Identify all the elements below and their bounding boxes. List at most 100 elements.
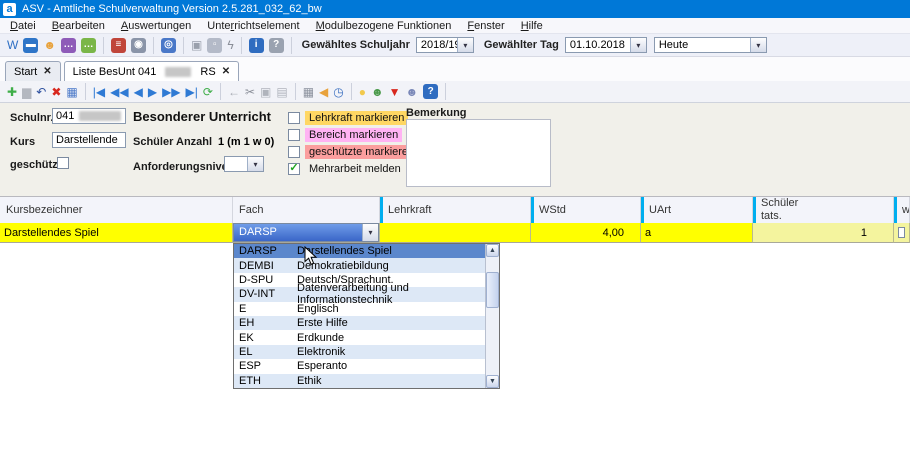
chevron-down-icon[interactable]: ▾ — [750, 38, 766, 52]
refresh-icon[interactable]: ⟳ — [203, 86, 213, 98]
fach-option-ek[interactable]: EKErdkunde — [234, 330, 485, 344]
table-row[interactable]: Darstellendes SpielDARSP▾ 4,00a1 — [0, 223, 910, 243]
people-group-icon[interactable]: ☻ — [43, 39, 56, 51]
undo-icon[interactable]: ↶ — [36, 86, 46, 98]
menu-item-auswertungen[interactable]: Auswertungen — [113, 19, 199, 33]
new-record-icon[interactable]: ✚ — [7, 86, 17, 98]
toolbar-group: ← ✂ ▣ ▤ — [221, 83, 296, 100]
menu-item-modulbezogene-funktionen[interactable]: Modulbezogene Funktionen — [308, 19, 460, 33]
user-icon[interactable]: ☻ — [371, 86, 384, 98]
menu-item-bearbeiten[interactable]: Bearbeiten — [44, 19, 113, 33]
fach-option-dembi[interactable]: DEMBIDemokratiebildung — [234, 258, 485, 272]
scroll-down-icon[interactable]: ▼ — [486, 375, 499, 388]
tab-start[interactable]: Start✕ — [5, 61, 61, 81]
w-checkbox[interactable] — [898, 227, 905, 238]
menu-item-unterrichtselement[interactable]: Unterrichtselement — [199, 19, 307, 33]
lightbulb-icon[interactable]: ● — [359, 86, 366, 98]
edit-toolbar: ✚▆↶✖▦|◀◀◀◀▶▶▶▶|⟳←✂▣▤▦◀◷●☻▼☻? — [0, 81, 910, 103]
nav-next-icon[interactable]: ▶ — [148, 86, 157, 98]
scroll-up-icon[interactable]: ▲ — [486, 244, 499, 257]
clock-icon[interactable]: ◷ — [333, 86, 343, 98]
scrollbar-thumb[interactable] — [486, 272, 499, 308]
nav-fast-next-icon[interactable]: ▶▶ — [162, 86, 180, 98]
edit-form-icon[interactable]: ▦ — [66, 86, 77, 98]
cell-kursbezeichner[interactable]: Darstellendes Spiel — [0, 223, 233, 243]
column-header-label: UArt — [649, 204, 671, 217]
textmodule-icon[interactable]: W — [7, 39, 18, 51]
filter-icon[interactable]: ▼ — [389, 86, 401, 98]
geschuetzt-label: geschützt — [10, 159, 61, 171]
tab-liste-besunt-041[interactable]: Liste BesUnt 041RS✕ — [64, 61, 239, 81]
kurs-label: Kurs — [10, 136, 35, 148]
chevron-down-icon[interactable]: ▾ — [457, 38, 473, 52]
chevron-down-icon[interactable]: ▾ — [630, 38, 646, 52]
fach-option-esp[interactable]: ESPEsperanto — [234, 359, 485, 373]
zeitraum-combobox[interactable]: Heute ▾ — [654, 37, 767, 53]
checkbox-gesch-tzte-markieren[interactable]: geschützte markieren — [288, 143, 418, 160]
chevron-down-icon[interactable]: ▾ — [247, 157, 263, 171]
fach-option-el[interactable]: ELElektronik — [234, 345, 485, 359]
help-icon[interactable]: ? — [269, 38, 284, 53]
snapshot-icon[interactable]: ◉ — [131, 38, 146, 53]
user-chat-icon[interactable]: ☻ — [406, 86, 419, 98]
checkbox-box[interactable] — [288, 112, 300, 124]
copy-pages-icon[interactable]: ▣ — [191, 39, 202, 51]
tag-combobox[interactable]: 01.10.2018 ▾ — [565, 37, 647, 53]
fach-option-eth[interactable]: ETHEthik — [234, 374, 485, 388]
nav-first-icon[interactable]: |◀ — [93, 86, 105, 98]
copy-icon[interactable]: ▣ — [260, 86, 271, 98]
kurs-field[interactable]: Darstellende — [52, 132, 126, 148]
form-panel: Schulnr. 041 Kurs Darstellende geschützt… — [0, 103, 910, 196]
cell-schueler-tats[interactable]: 1 — [753, 223, 894, 243]
cell-lehrkraft[interactable] — [380, 223, 531, 243]
new-window-icon[interactable]: ▫ — [207, 38, 222, 53]
tab-close-icon[interactable]: ✕ — [43, 66, 51, 77]
globe-icon[interactable]: ◎ — [161, 38, 176, 53]
monitor-icon[interactable]: ▬ — [23, 38, 38, 53]
schulnr-field[interactable]: 041 — [52, 108, 126, 124]
back-arrow-icon[interactable]: ← — [228, 86, 240, 98]
checkbox-mehrarbeit-melden[interactable]: ✓Mehrarbeit melden — [288, 160, 418, 177]
tag-value: 01.10.2018 — [566, 38, 630, 52]
fach-option-code: EL — [234, 346, 297, 358]
cell-wstd[interactable]: 4,00 — [531, 223, 641, 243]
fach-combobox[interactable]: DARSP▾ — [233, 223, 379, 242]
nav-prev-icon[interactable]: ◀ — [134, 86, 143, 98]
anforderungsniveau-combobox[interactable]: ▾ — [224, 156, 264, 172]
checkbox-box[interactable]: ✓ — [288, 163, 300, 175]
tab-close-icon[interactable]: ✕ — [222, 66, 230, 77]
cell-w[interactable] — [894, 223, 910, 243]
cell-uart[interactable]: a — [641, 223, 753, 243]
checkbox-lehrkraft-markieren[interactable]: Lehrkraft markieren — [288, 109, 418, 126]
book-icon[interactable]: ≡ — [111, 38, 126, 53]
fach-option-eh[interactable]: EHErste Hilfe — [234, 316, 485, 330]
checkbox-box[interactable] — [288, 146, 300, 158]
delete-icon[interactable]: ✖ — [51, 86, 61, 98]
print-icon[interactable]: ▦ — [303, 86, 314, 98]
fach-option-darsp[interactable]: DARSPDarstellendes Spiel — [234, 244, 485, 258]
chevron-down-icon[interactable]: ▾ — [362, 224, 378, 241]
help-circle-icon[interactable]: ? — [423, 84, 438, 99]
save-icon[interactable]: ▆ — [22, 86, 31, 98]
menu-item-fenster[interactable]: Fenster — [459, 19, 512, 33]
dropdown-scrollbar[interactable]: ▲ ▼ — [485, 244, 499, 388]
schuljahr-combobox[interactable]: 2018/19 ▾ — [416, 37, 474, 53]
checkbox-bereich-markieren[interactable]: Bereich markieren — [288, 126, 418, 143]
chat-purple-icon[interactable]: … — [61, 38, 76, 53]
bemerkung-textarea[interactable] — [406, 119, 551, 187]
checkbox-box[interactable] — [288, 129, 300, 141]
geschuetzt-checkbox[interactable] — [57, 157, 69, 169]
fach-option-dv-int[interactable]: DV-INTDatenverarbeitung und Informations… — [234, 287, 485, 301]
paste-icon[interactable]: ▤ — [276, 86, 287, 98]
column-header-fach: Fach — [233, 197, 380, 223]
info-icon[interactable]: i — [249, 38, 264, 53]
nav-fast-prev-icon[interactable]: ◀◀ — [110, 86, 128, 98]
menu-item-datei[interactable]: Datei — [2, 19, 44, 33]
menu-item-hilfe[interactable]: Hilfe — [513, 19, 551, 33]
lightning-icon[interactable]: ϟ — [227, 39, 233, 51]
cell-fach[interactable]: DARSP▾ — [233, 223, 380, 243]
nav-last-icon[interactable]: ▶| — [186, 86, 198, 98]
chat-green-icon[interactable]: … — [81, 38, 96, 53]
cut-icon[interactable]: ✂ — [245, 86, 255, 98]
announce-horn-icon[interactable]: ◀ — [319, 86, 328, 98]
